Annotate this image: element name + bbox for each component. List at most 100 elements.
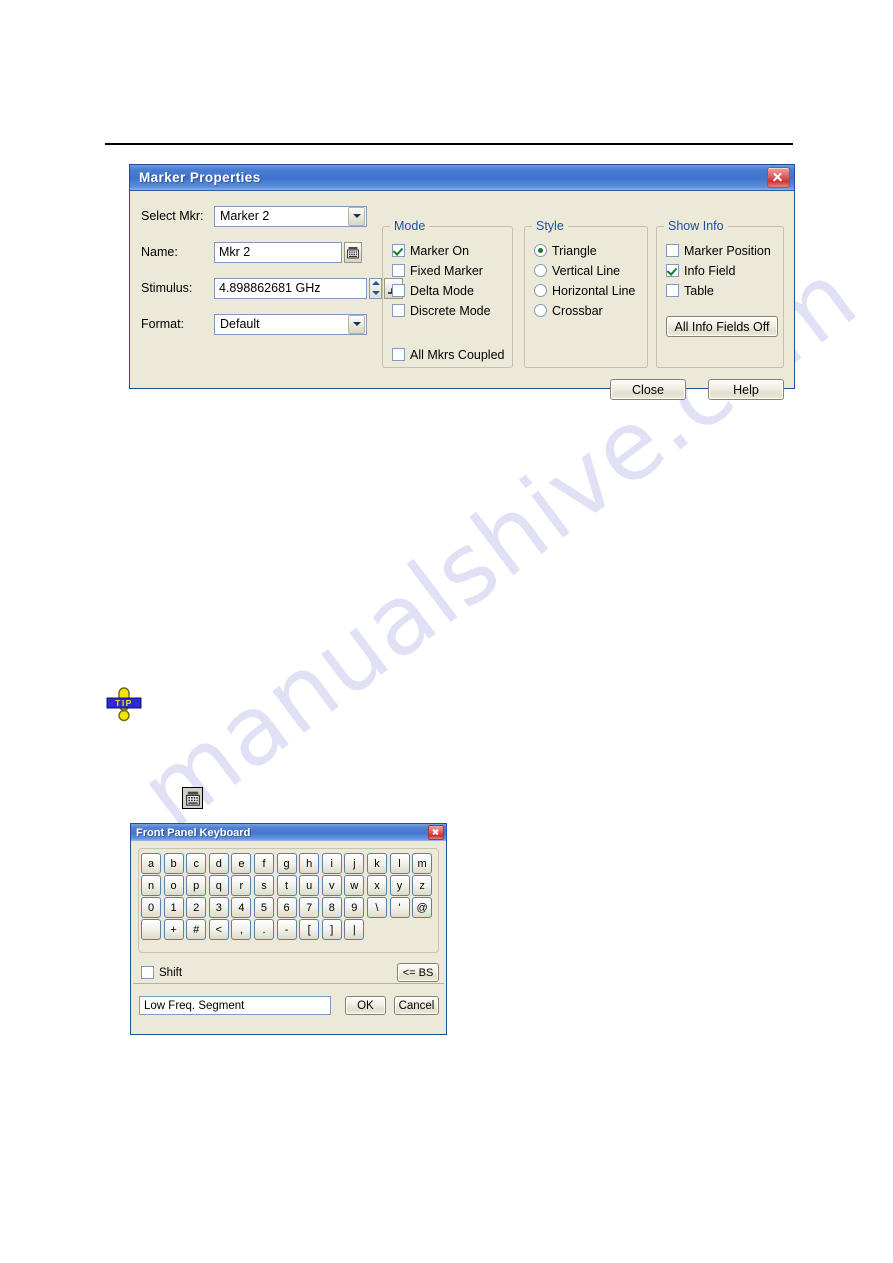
keyboard-rows: a b c d e f g h i j k l m n o p q r s t u v w x y z 0 1 2 3 4 5 6 7 8 9 \ ' @ +… xyxy=(139,849,438,940)
fpk-divider xyxy=(133,983,444,984)
key-<[interactable]: < xyxy=(208,919,229,940)
ok-button[interactable]: OK xyxy=(344,996,386,1015)
checkbox-icon xyxy=(666,244,679,257)
key-9[interactable]: 9 xyxy=(344,897,365,918)
key-+[interactable]: + xyxy=(163,919,184,940)
stimulus-input[interactable]: 4.898862681 GHz xyxy=(214,277,367,299)
key-,[interactable]: , xyxy=(231,919,252,940)
key-n[interactable]: n xyxy=(141,875,161,896)
key-v[interactable]: v xyxy=(321,875,342,896)
checkbox-marker-position[interactable]: Marker Position xyxy=(666,241,783,260)
radio-label: Horizontal Line xyxy=(552,283,636,298)
key-c[interactable]: c xyxy=(186,853,207,874)
fpk-titlebar: Front Panel Keyboard xyxy=(131,824,446,841)
radio-triangle[interactable]: Triangle xyxy=(534,241,647,260)
radio-horizontal-line[interactable]: Horizontal Line xyxy=(534,281,647,300)
checkbox-shift[interactable]: Shift xyxy=(141,963,182,982)
checkbox-icon xyxy=(141,966,154,979)
key-5[interactable]: 5 xyxy=(253,897,274,918)
key-x[interactable]: x xyxy=(366,875,387,896)
svg-text:TIP: TIP xyxy=(115,698,133,708)
keyboard-row: 0 1 2 3 4 5 6 7 8 9 \ ' @ xyxy=(139,897,438,918)
fpk-bottom-row: Low Freq. Segment OK Cancel xyxy=(139,996,439,1015)
key-u[interactable]: u xyxy=(299,875,320,896)
key-h[interactable]: h xyxy=(299,853,320,874)
key-y[interactable]: y xyxy=(389,875,410,896)
key-#[interactable]: # xyxy=(186,919,207,940)
key-\[interactable]: \ xyxy=(366,897,387,918)
close-icon[interactable] xyxy=(767,167,790,188)
key-b[interactable]: b xyxy=(163,853,184,874)
key-j[interactable]: j xyxy=(344,853,365,874)
cancel-button[interactable]: Cancel xyxy=(393,996,439,1015)
key-[[interactable]: [ xyxy=(299,919,320,940)
all-info-fields-off-button[interactable]: All Info Fields Off xyxy=(666,316,778,337)
key-s[interactable]: s xyxy=(253,875,274,896)
name-input[interactable]: Mkr 2 xyxy=(214,241,342,263)
key-space[interactable] xyxy=(141,919,161,940)
checkbox-discrete-mode[interactable]: Discrete Mode xyxy=(392,301,512,320)
key-o[interactable]: o xyxy=(163,875,184,896)
format-value: Default xyxy=(220,317,260,331)
key-6[interactable]: 6 xyxy=(276,897,297,918)
format-label: Format: xyxy=(141,317,185,331)
checkbox-delta-mode[interactable]: Delta Mode xyxy=(392,281,512,300)
keyboard-icon[interactable] xyxy=(344,241,362,263)
key-k[interactable]: k xyxy=(366,853,387,874)
select-mkr-combo[interactable]: Marker 2 xyxy=(214,205,367,227)
close-icon[interactable] xyxy=(428,825,444,840)
key-][interactable]: ] xyxy=(321,919,342,940)
tip-glyph: TIP xyxy=(106,687,142,722)
fpk-title: Front Panel Keyboard xyxy=(136,826,251,839)
key-7[interactable]: 7 xyxy=(299,897,320,918)
spinner-updown-icon[interactable] xyxy=(369,277,382,299)
key-m[interactable]: m xyxy=(412,853,433,874)
checkbox-icon xyxy=(392,284,405,297)
radio-vertical-line[interactable]: Vertical Line xyxy=(534,261,647,280)
show-info-group: Show Info Marker Position Info Field Tab… xyxy=(656,219,784,368)
keyboard-icon[interactable] xyxy=(182,787,203,809)
key-r[interactable]: r xyxy=(231,875,252,896)
backspace-button[interactable]: <= BS xyxy=(397,963,439,982)
radio-crossbar[interactable]: Crossbar xyxy=(534,301,647,320)
key-f[interactable]: f xyxy=(253,853,274,874)
help-button[interactable]: Help xyxy=(708,379,784,400)
close-button[interactable]: Close xyxy=(610,379,686,400)
key-@[interactable]: @ xyxy=(412,897,433,918)
fpk-text-entry[interactable]: Low Freq. Segment xyxy=(139,996,331,1015)
key-z[interactable]: z xyxy=(412,875,433,896)
checkbox-all-mkrs-coupled[interactable]: All Mkrs Coupled xyxy=(392,345,512,364)
key--[interactable]: - xyxy=(276,919,297,940)
tip-icon: TIP xyxy=(104,684,144,724)
key-|[interactable]: | xyxy=(344,919,365,940)
key-t[interactable]: t xyxy=(276,875,297,896)
checkbox-label: Marker On xyxy=(410,243,470,258)
key-q[interactable]: q xyxy=(208,875,229,896)
checkbox-label: All Mkrs Coupled xyxy=(410,347,505,362)
key-0[interactable]: 0 xyxy=(141,897,161,918)
key-'[interactable]: ' xyxy=(389,897,410,918)
key-.[interactable]: . xyxy=(253,919,274,940)
key-2[interactable]: 2 xyxy=(186,897,207,918)
format-combo[interactable]: Default xyxy=(214,313,367,335)
key-p[interactable]: p xyxy=(186,875,207,896)
mode-group-legend: Mode xyxy=(390,219,430,233)
checkbox-fixed-marker[interactable]: Fixed Marker xyxy=(392,261,512,280)
key-4[interactable]: 4 xyxy=(231,897,252,918)
checkbox-marker-on[interactable]: Marker On xyxy=(392,241,512,260)
key-a[interactable]: a xyxy=(141,853,161,874)
key-8[interactable]: 8 xyxy=(321,897,342,918)
key-1[interactable]: 1 xyxy=(163,897,184,918)
key-w[interactable]: w xyxy=(344,875,365,896)
key-l[interactable]: l xyxy=(389,853,410,874)
key-g[interactable]: g xyxy=(276,853,297,874)
checkbox-table[interactable]: Table xyxy=(666,281,783,300)
key-3[interactable]: 3 xyxy=(208,897,229,918)
key-d[interactable]: d xyxy=(208,853,229,874)
checkbox-label: Marker Position xyxy=(684,243,771,258)
checkbox-info-field[interactable]: Info Field xyxy=(666,261,783,280)
key-i[interactable]: i xyxy=(321,853,342,874)
key-e[interactable]: e xyxy=(231,853,252,874)
style-group-items: Triangle Vertical Line Horizontal Line C… xyxy=(525,227,647,320)
radio-label: Vertical Line xyxy=(552,263,621,278)
